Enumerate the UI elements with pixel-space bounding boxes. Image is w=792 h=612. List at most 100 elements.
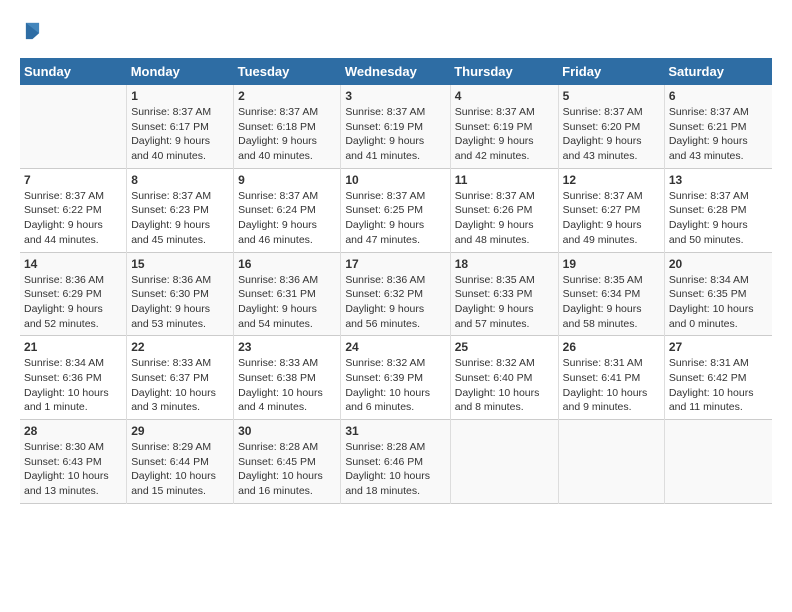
sunset-text: Sunset: 6:28 PM: [669, 203, 768, 218]
day-number: 16: [238, 257, 336, 271]
day-number: 26: [563, 340, 660, 354]
sunrise-text: Sunrise: 8:31 AM: [669, 356, 768, 371]
day-cell: 16 Sunrise: 8:36 AMSunset: 6:31 PMDayligh…: [234, 252, 341, 336]
day-number: 6: [669, 89, 768, 103]
sunrise-text: Sunrise: 8:37 AM: [669, 189, 768, 204]
sunset-text: Sunset: 6:37 PM: [131, 371, 229, 386]
daylight-text: Daylight: 9 hours: [563, 218, 660, 233]
day-info: Sunrise: 8:36 AMSunset: 6:31 PMDaylight:…: [238, 273, 336, 332]
day-number: 23: [238, 340, 336, 354]
sunrise-text: Sunrise: 8:37 AM: [24, 189, 122, 204]
daylight-text-2: and 45 minutes.: [131, 233, 229, 248]
sunset-text: Sunset: 6:26 PM: [455, 203, 554, 218]
day-number: 8: [131, 173, 229, 187]
daylight-text: Daylight: 10 hours: [24, 386, 122, 401]
day-info: Sunrise: 8:37 AMSunset: 6:25 PMDaylight:…: [345, 189, 445, 248]
daylight-text-2: and 15 minutes.: [131, 484, 229, 499]
sunrise-text: Sunrise: 8:34 AM: [669, 273, 768, 288]
daylight-text-2: and 44 minutes.: [24, 233, 122, 248]
daylight-text-2: and 54 minutes.: [238, 317, 336, 332]
sunrise-text: Sunrise: 8:37 AM: [563, 189, 660, 204]
sunset-text: Sunset: 6:22 PM: [24, 203, 122, 218]
sunrise-text: Sunrise: 8:37 AM: [345, 105, 445, 120]
daylight-text-2: and 47 minutes.: [345, 233, 445, 248]
col-friday: Friday: [558, 58, 664, 85]
day-cell: 9Sunrise: 8:37 AMSunset: 6:24 PMDaylight…: [234, 168, 341, 252]
day-cell: 24Sunrise: 8:32 AMSunset: 6:39 PMDayligh…: [341, 336, 450, 420]
day-info: Sunrise: 8:37 AMSunset: 6:27 PMDaylight:…: [563, 189, 660, 248]
daylight-text: Daylight: 9 hours: [563, 302, 660, 317]
daylight-text-2: and 58 minutes.: [563, 317, 660, 332]
day-cell: 26Sunrise: 8:31 AMSunset: 6:41 PMDayligh…: [558, 336, 664, 420]
sunrise-text: Sunrise: 8:37 AM: [345, 189, 445, 204]
sunset-text: Sunset: 6:30 PM: [131, 287, 229, 302]
day-cell: 10Sunrise: 8:37 AMSunset: 6:25 PMDayligh…: [341, 168, 450, 252]
day-number: 7: [24, 173, 122, 187]
week-row-0: 1Sunrise: 8:37 AMSunset: 6:17 PMDaylight…: [20, 85, 772, 168]
daylight-text: Daylight: 10 hours: [131, 469, 229, 484]
daylight-text-2: and 56 minutes.: [345, 317, 445, 332]
day-number: 11: [455, 173, 554, 187]
day-number: 19: [563, 257, 660, 271]
sunrise-text: Sunrise: 8:33 AM: [131, 356, 229, 371]
day-number: 12: [563, 173, 660, 187]
day-info: Sunrise: 8:28 AMSunset: 6:45 PMDaylight:…: [238, 440, 336, 499]
col-sunday: Sunday: [20, 58, 127, 85]
daylight-text-2: and 11 minutes.: [669, 400, 768, 415]
daylight-text: Daylight: 9 hours: [24, 302, 122, 317]
week-row-3: 21Sunrise: 8:34 AMSunset: 6:36 PMDayligh…: [20, 336, 772, 420]
day-cell: 11 Sunrise: 8:37 AMSunset: 6:26 PMDayligh…: [450, 168, 558, 252]
daylight-text-2: and 8 minutes.: [455, 400, 554, 415]
header-row: Sunday Monday Tuesday Wednesday Thursday…: [20, 58, 772, 85]
sunset-text: Sunset: 6:33 PM: [455, 287, 554, 302]
calendar-table: Sunday Monday Tuesday Wednesday Thursday…: [20, 58, 772, 504]
day-cell: 21Sunrise: 8:34 AMSunset: 6:36 PMDayligh…: [20, 336, 127, 420]
col-monday: Monday: [127, 58, 234, 85]
sunrise-text: Sunrise: 8:35 AM: [455, 273, 554, 288]
daylight-text: Daylight: 9 hours: [131, 134, 229, 149]
calendar-body: 1Sunrise: 8:37 AMSunset: 6:17 PMDaylight…: [20, 85, 772, 503]
daylight-text-2: and 4 minutes.: [238, 400, 336, 415]
day-cell: 29Sunrise: 8:29 AMSunset: 6:44 PMDayligh…: [127, 420, 234, 504]
sunrise-text: Sunrise: 8:32 AM: [345, 356, 445, 371]
day-cell: [450, 420, 558, 504]
day-number: 2: [238, 89, 336, 103]
daylight-text-2: and 18 minutes.: [345, 484, 445, 499]
day-cell: 19Sunrise: 8:35 AMSunset: 6:34 PMDayligh…: [558, 252, 664, 336]
sunrise-text: Sunrise: 8:36 AM: [345, 273, 445, 288]
day-cell: 8 Sunrise: 8:37 AMSunset: 6:23 PMDaylight…: [127, 168, 234, 252]
day-cell: 7Sunrise: 8:37 AMSunset: 6:22 PMDaylight…: [20, 168, 127, 252]
sunrise-text: Sunrise: 8:37 AM: [455, 189, 554, 204]
day-info: Sunrise: 8:37 AMSunset: 6:23 PMDaylight:…: [131, 189, 229, 248]
sunrise-text: Sunrise: 8:32 AM: [455, 356, 554, 371]
sunset-text: Sunset: 6:44 PM: [131, 455, 229, 470]
day-cell: 23Sunrise: 8:33 AMSunset: 6:38 PMDayligh…: [234, 336, 341, 420]
sunset-text: Sunset: 6:46 PM: [345, 455, 445, 470]
daylight-text-2: and 41 minutes.: [345, 149, 445, 164]
sunset-text: Sunset: 6:23 PM: [131, 203, 229, 218]
day-cell: 5Sunrise: 8:37 AMSunset: 6:20 PMDaylight…: [558, 85, 664, 168]
day-info: Sunrise: 8:32 AMSunset: 6:40 PMDaylight:…: [455, 356, 554, 415]
day-number: 29: [131, 424, 229, 438]
day-cell: 18Sunrise: 8:35 AMSunset: 6:33 PMDayligh…: [450, 252, 558, 336]
sunrise-text: Sunrise: 8:30 AM: [24, 440, 122, 455]
sunrise-text: Sunrise: 8:36 AM: [131, 273, 229, 288]
daylight-text-2: and 0 minutes.: [669, 317, 768, 332]
day-cell: 20Sunrise: 8:34 AMSunset: 6:35 PMDayligh…: [664, 252, 772, 336]
day-info: Sunrise: 8:37 AMSunset: 6:21 PMDaylight:…: [669, 105, 768, 164]
day-cell: 2Sunrise: 8:37 AMSunset: 6:18 PMDaylight…: [234, 85, 341, 168]
sunrise-text: Sunrise: 8:37 AM: [238, 105, 336, 120]
sunset-text: Sunset: 6:43 PM: [24, 455, 122, 470]
day-info: Sunrise: 8:37 AMSunset: 6:28 PMDaylight:…: [669, 189, 768, 248]
day-info: Sunrise: 8:33 AMSunset: 6:37 PMDaylight:…: [131, 356, 229, 415]
daylight-text-2: and 16 minutes.: [238, 484, 336, 499]
daylight-text-2: and 49 minutes.: [563, 233, 660, 248]
daylight-text-2: and 42 minutes.: [455, 149, 554, 164]
week-row-2: 14Sunrise: 8:36 AMSunset: 6:29 PMDayligh…: [20, 252, 772, 336]
daylight-text-2: and 53 minutes.: [131, 317, 229, 332]
day-info: Sunrise: 8:37 AMSunset: 6:26 PMDaylight:…: [455, 189, 554, 248]
day-cell: 28 Sunrise: 8:30 AMSunset: 6:43 PMDayligh…: [20, 420, 127, 504]
day-number: 28: [24, 424, 122, 438]
sunrise-text: Sunrise: 8:36 AM: [24, 273, 122, 288]
daylight-text: Daylight: 10 hours: [24, 469, 122, 484]
